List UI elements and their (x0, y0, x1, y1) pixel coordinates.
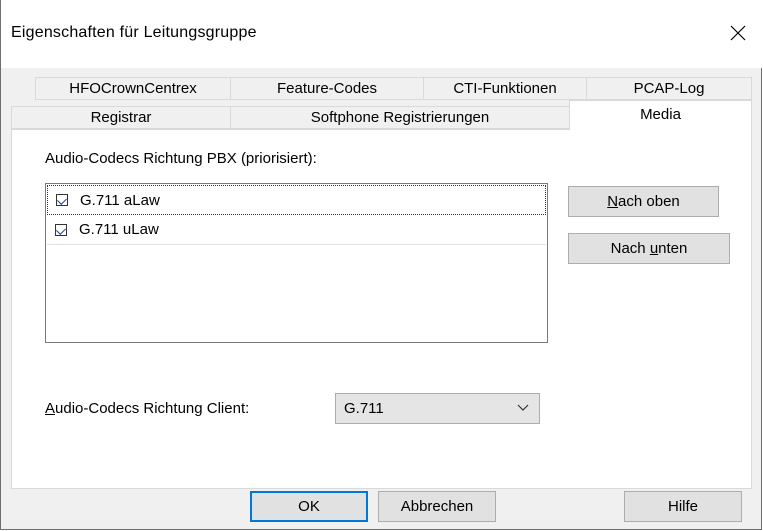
list-item[interactable]: G.711 uLaw (47, 215, 546, 245)
button-text: Nach (610, 240, 650, 257)
tab-softphone-registrierungen[interactable]: Softphone Registrierungen (230, 106, 570, 129)
pbx-codec-list[interactable]: G.711 aLaw G.711 uLaw (45, 183, 548, 343)
tab-label: Feature-Codes (276, 80, 378, 97)
accelerator-key: u (649, 240, 659, 257)
button-text: nten (658, 240, 688, 257)
checkmark-icon[interactable] (56, 194, 68, 206)
tab-pcap-log[interactable]: PCAP-Log (586, 77, 752, 100)
codec-label: G.711 aLaw (80, 191, 160, 209)
tab-cti-funktionen[interactable]: CTI-Funktionen (423, 77, 587, 100)
list-item[interactable]: G.711 aLaw (47, 185, 546, 215)
select-value: G.711 (344, 400, 384, 417)
client-codecs-label: Audio-Codecs Richtung Client: (45, 400, 249, 417)
tab-feature-codes[interactable]: Feature-Codes (230, 77, 424, 100)
pbx-codecs-label: Audio-Codecs Richtung PBX (priorisiert): (45, 150, 317, 167)
ok-button[interactable]: OK (250, 491, 368, 522)
tab-label: PCAP-Log (633, 80, 705, 97)
window-title: Eigenschaften für Leitungsgruppe (11, 24, 257, 41)
tab-label: CTI-Funktionen (453, 80, 557, 97)
move-up-button[interactable]: Nach oben (568, 186, 719, 217)
title-bar: Eigenschaften für Leitungsgruppe (1, 0, 762, 68)
tab-label: HFOCrownCentrex (69, 80, 197, 97)
accelerator-key: N (607, 193, 619, 210)
tab-label: Registrar (90, 109, 152, 126)
client-codec-select[interactable]: G.711 (335, 393, 540, 424)
tab-hfocrowncentrex[interactable]: HFOCrownCentrex (35, 77, 231, 100)
help-button[interactable]: Hilfe (624, 491, 742, 522)
checkmark-icon[interactable] (55, 223, 67, 236)
move-down-button[interactable]: Nach unten (568, 233, 730, 264)
tab-registrar[interactable]: Registrar (11, 106, 231, 129)
chevron-down-icon (517, 404, 529, 411)
label-text: udio-Codecs Richtung Client: (55, 400, 250, 417)
tab-media[interactable]: Media (569, 100, 752, 130)
codec-label: G.711 uLaw (79, 221, 159, 238)
tab-label: Softphone Registrierungen (310, 109, 490, 126)
accelerator-key: A (45, 400, 56, 417)
properties-dialog: Eigenschaften für Leitungsgruppe HFOCrow… (0, 0, 762, 530)
tab-label: Media (640, 106, 681, 123)
close-button[interactable] (714, 8, 762, 58)
button-text: ach oben (618, 193, 680, 210)
close-icon (730, 25, 746, 41)
cancel-button[interactable]: Abbrechen (378, 491, 496, 522)
